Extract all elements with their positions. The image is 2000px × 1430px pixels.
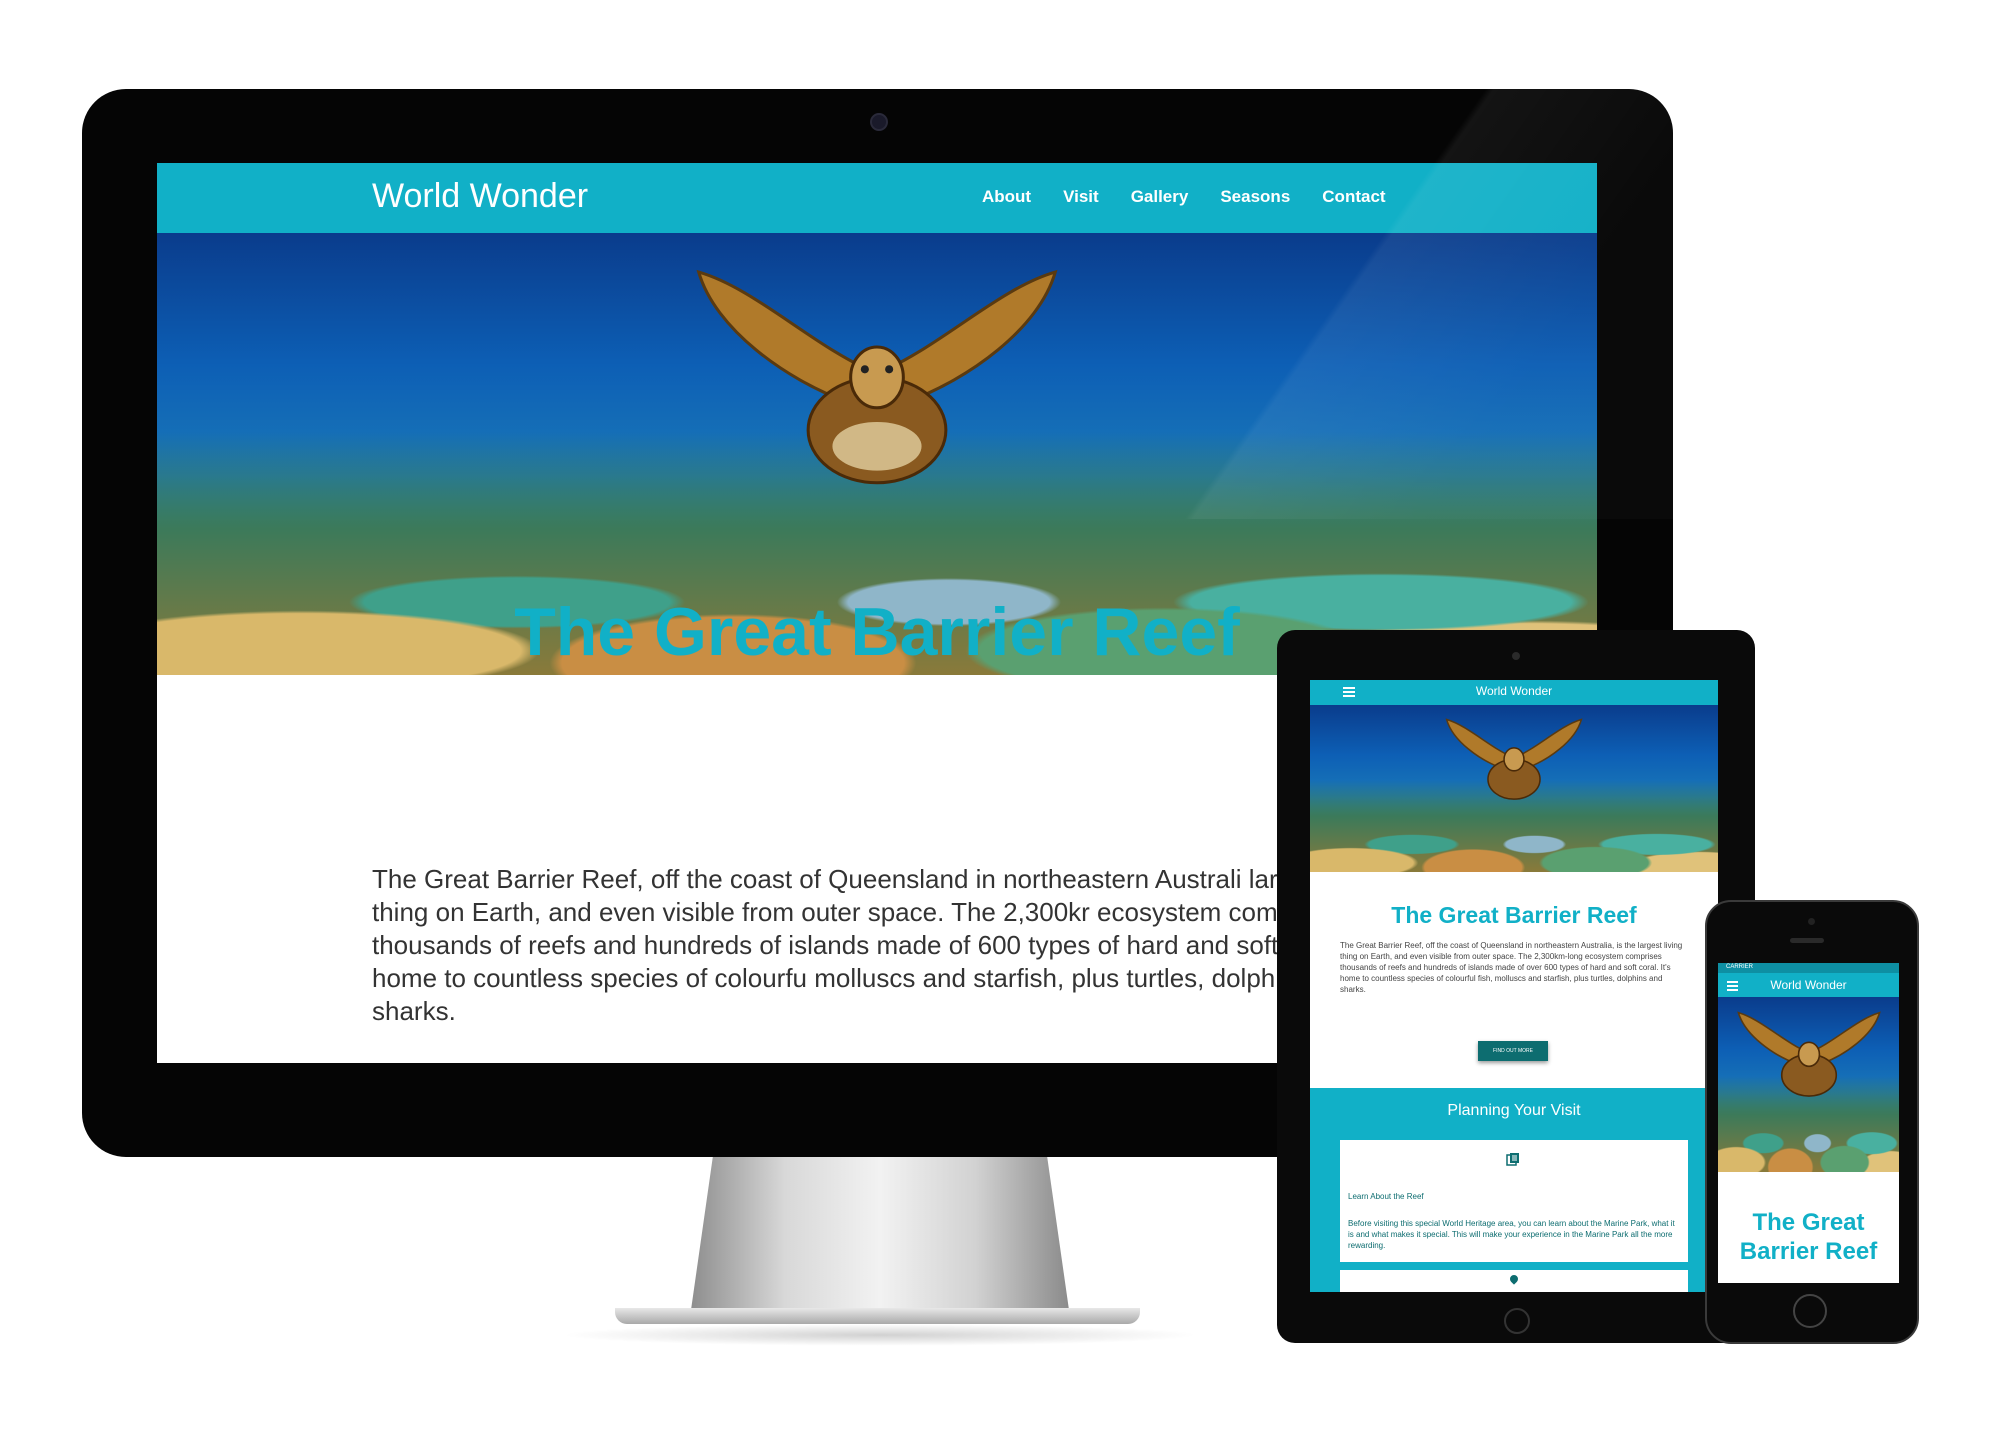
tablet-intro-text: The Great Barrier Reef, off the coast of… bbox=[1340, 941, 1683, 994]
phone-screen: CARRIER World Wonder The Great Barrier R… bbox=[1718, 963, 1899, 1283]
nav-link-contact[interactable]: Contact bbox=[1322, 187, 1385, 207]
learn-card-text: Before visiting this special World Herit… bbox=[1348, 1219, 1675, 1250]
learn-card-title: Learn About the Reef bbox=[1348, 1192, 1424, 1201]
phone-page-title: The Great Barrier Reef bbox=[1739, 1209, 1878, 1265]
phone-status-bar: CARRIER bbox=[1718, 963, 1899, 973]
nav-link-about[interactable]: About bbox=[982, 187, 1031, 207]
phone-navbar: World Wonder bbox=[1718, 973, 1899, 997]
tablet-camera bbox=[1512, 652, 1520, 660]
turtle-image bbox=[1736, 1011, 1881, 1097]
nav-link-gallery[interactable]: Gallery bbox=[1131, 187, 1189, 207]
turtle-image bbox=[1445, 718, 1583, 801]
carrier-label: CARRIER bbox=[1726, 964, 1754, 970]
tablet-brand[interactable]: World Wonder bbox=[1310, 684, 1718, 698]
planning-title: Planning Your Visit bbox=[1447, 1102, 1581, 1119]
tablet-navbar: World Wonder bbox=[1310, 680, 1718, 705]
map-pin-icon bbox=[1508, 1273, 1520, 1285]
find-out-more-button[interactable]: FIND OUT MORE bbox=[1478, 1041, 1548, 1061]
desktop-brand[interactable]: World Wonder bbox=[372, 177, 588, 216]
phone-brand[interactable]: World Wonder bbox=[1718, 978, 1899, 992]
imac-foot bbox=[615, 1308, 1140, 1324]
next-card[interactable] bbox=[1340, 1270, 1688, 1292]
desktop-navbar: World Wonder About Visit Gallery Seasons… bbox=[157, 163, 1597, 233]
phone-speaker bbox=[1790, 938, 1824, 943]
imac-shadow bbox=[560, 1324, 1200, 1346]
imac-camera bbox=[870, 113, 888, 131]
phone-camera bbox=[1808, 918, 1815, 925]
desktop-nav-links: About Visit Gallery Seasons Contact bbox=[982, 187, 1386, 207]
nav-link-visit[interactable]: Visit bbox=[1063, 187, 1099, 207]
imac-stand bbox=[690, 1157, 1070, 1317]
book-icon bbox=[1506, 1153, 1519, 1166]
phone-hero-image bbox=[1718, 997, 1899, 1172]
desktop-intro-text: The Great Barrier Reef, off the coast of… bbox=[372, 864, 1394, 1026]
tablet-screen: World Wonder The Great Barrier Reef The … bbox=[1310, 680, 1718, 1292]
tablet-home-button[interactable] bbox=[1504, 1308, 1530, 1334]
tablet-hero-image bbox=[1310, 705, 1718, 872]
learn-card[interactable]: Learn About the Reef Before visiting thi… bbox=[1340, 1140, 1688, 1262]
turtle-image bbox=[696, 270, 1058, 485]
tablet-page-title: The Great Barrier Reef bbox=[1391, 902, 1637, 928]
phone-home-button[interactable] bbox=[1793, 1294, 1827, 1328]
nav-link-seasons[interactable]: Seasons bbox=[1220, 187, 1290, 207]
